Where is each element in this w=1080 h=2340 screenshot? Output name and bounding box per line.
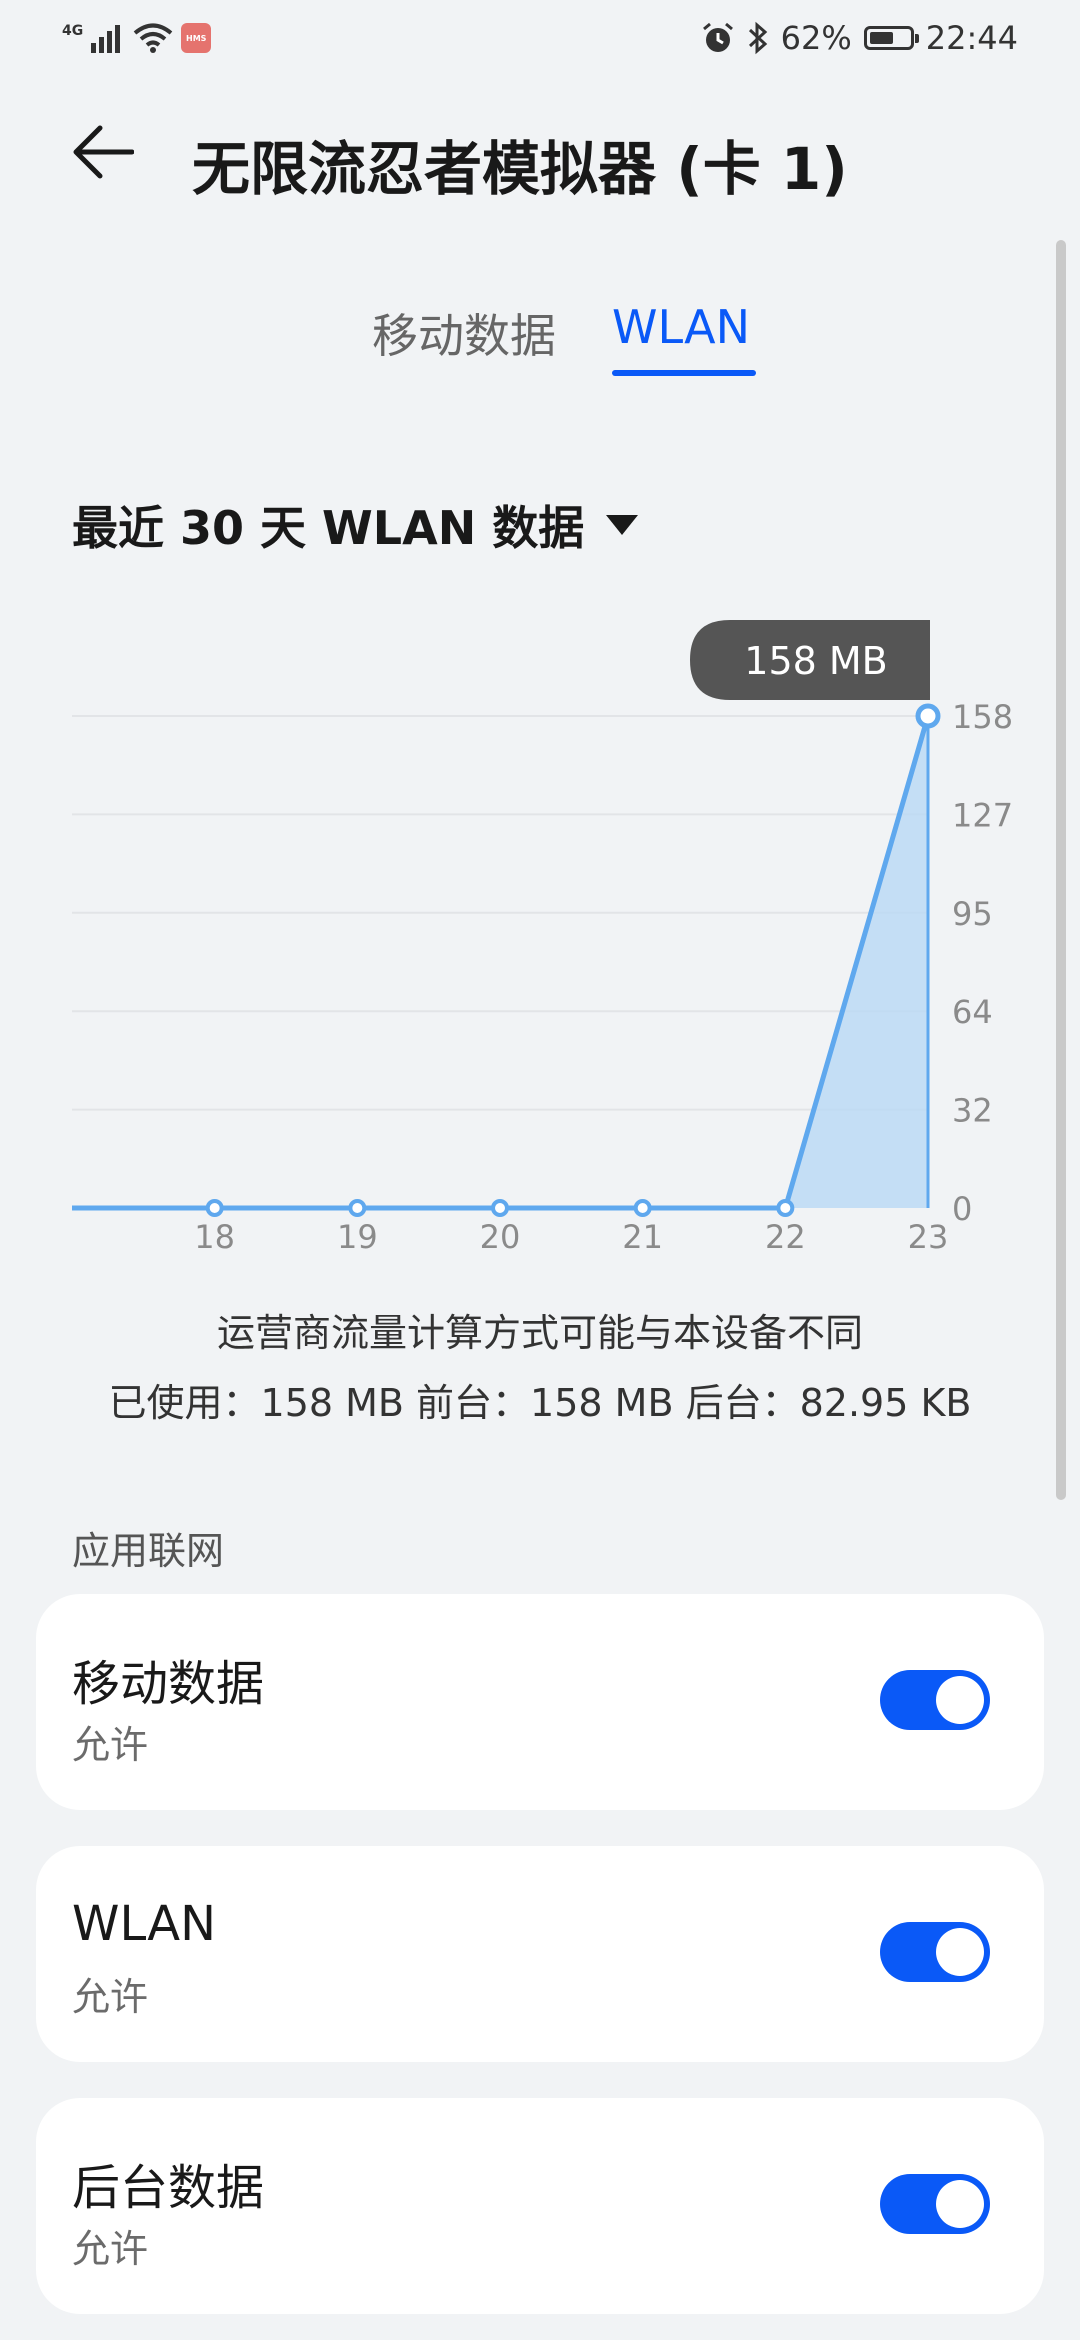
- toggle-knob: [936, 2180, 984, 2228]
- data-point: [491, 1199, 509, 1217]
- card-subtitle: 允许: [72, 2227, 149, 2271]
- status-right: 62% 22:44: [701, 16, 1018, 60]
- battery-icon: [863, 26, 919, 50]
- usage-summary: 已使用：158 MB 前台：158 MB 后台：82.95 KB: [108, 1381, 972, 1425]
- data-point: [205, 1199, 224, 1217]
- dropdown-caret-icon: [606, 515, 639, 535]
- y-tick-label: 158: [952, 698, 1013, 736]
- tab-wlan[interactable]: WLAN: [612, 300, 750, 354]
- chart-area: [72, 716, 928, 1208]
- toggle-knob: [936, 1676, 984, 1724]
- data-point: [633, 1199, 652, 1217]
- background-data-toggle[interactable]: [880, 2174, 990, 2234]
- y-tick-label: 32: [952, 1092, 993, 1130]
- bluetooth-icon: [748, 21, 767, 55]
- card-mobile-data[interactable]: 移动数据 允许: [36, 1594, 1044, 1810]
- y-tick-label: 64: [952, 993, 993, 1031]
- card-title: 后台数据: [72, 2160, 265, 2216]
- status-bar: 4G HMS 62% 22:44: [0, 0, 1080, 80]
- y-tick-label: 95: [952, 895, 993, 933]
- data-point: [915, 703, 941, 729]
- page-title: 无限流忍者模拟器 (卡 1): [192, 135, 848, 203]
- range-label: 最近 30 天 WLAN 数据: [72, 501, 585, 555]
- carrier-note: 运营商流量计算方式可能与本设备不同: [216, 1311, 863, 1355]
- battery-level: [869, 32, 894, 44]
- card-subtitle: 允许: [72, 1975, 149, 2019]
- tooltip-label: 158 MB: [744, 639, 887, 683]
- tab-indicator: [612, 370, 756, 376]
- series-line: [72, 715, 931, 1211]
- wlan-toggle[interactable]: [880, 1922, 990, 1982]
- back-button[interactable]: [70, 120, 150, 200]
- wifi-icon: [133, 23, 173, 53]
- y-tick-label: 0: [952, 1190, 972, 1228]
- back-arrow-icon: [73, 125, 135, 179]
- x-tick-label: 18: [194, 1218, 235, 1256]
- hms-icon: HMS: [181, 23, 212, 53]
- battery-percent: 62%: [780, 19, 852, 57]
- signal-icon: [91, 25, 121, 53]
- range-selector[interactable]: 最近 30 天 WLAN 数据: [72, 492, 639, 558]
- x-tick-label: 21: [622, 1218, 663, 1256]
- card-wlan[interactable]: WLAN 允许: [36, 1846, 1044, 2062]
- card-subtitle: 允许: [72, 1723, 149, 1767]
- alarm-icon: [702, 22, 733, 52]
- card-title: WLAN: [72, 1896, 217, 1952]
- network-type: 4G: [62, 23, 84, 39]
- x-tick-label: 19: [337, 1218, 378, 1256]
- usage-chart[interactable]: 158 127 95 64 32 0 18 19 20 21 22 23 158 MB: [0, 600, 1080, 1260]
- card-title: 移动数据: [72, 1656, 265, 1712]
- x-tick-label: 20: [480, 1218, 521, 1256]
- x-tick-label: 22: [765, 1218, 806, 1256]
- card-background-data[interactable]: 后台数据 允许: [36, 2098, 1044, 2314]
- status-left: 4G HMS: [62, 18, 212, 58]
- toggle-knob: [936, 1928, 984, 1976]
- mobile-data-toggle[interactable]: [880, 1670, 990, 1730]
- section-label: 应用联网: [72, 1529, 225, 1573]
- clock: 22:44: [925, 19, 1018, 57]
- tab-mobile-data[interactable]: 移动数据: [372, 300, 556, 366]
- y-tick-label: 127: [952, 796, 1013, 834]
- data-point: [776, 1199, 795, 1217]
- data-point: [348, 1199, 367, 1217]
- x-tick-label: 23: [908, 1218, 949, 1256]
